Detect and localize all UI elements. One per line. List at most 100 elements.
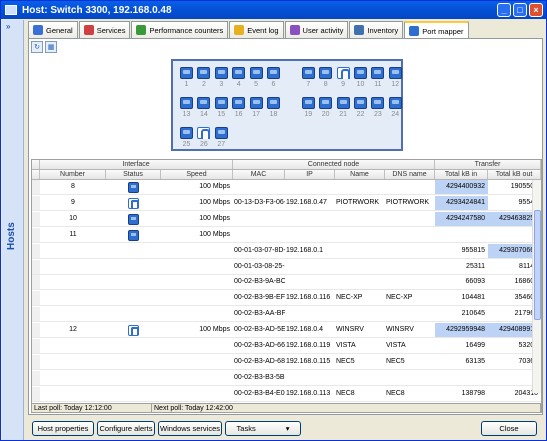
tab-services[interactable]: Services: [78, 21, 131, 38]
row-selector[interactable]: [32, 243, 40, 258]
table-row[interactable]: 00-02-B3-AD-68- 192.168.0.115 NEC5 NEC5 6313…: [32, 354, 541, 370]
table-row[interactable]: 00-02-B3-AD-66- 192.168.0.119 VISTA VISTA 16…: [32, 339, 541, 354]
port-5-icon[interactable]: [249, 67, 263, 79]
table-row[interactable]: 9 100 Mbps 00-13-D3-F3-06-F 192.168.0.47 PIO…: [32, 195, 541, 211]
row-selector[interactable]: [32, 323, 40, 338]
table-row[interactable]: 8 100 Mbps 4294400932 1905507: [32, 180, 541, 195]
table-row[interactable]: 00-02-B3-9B-EF-1192.168.0.116 NEC-XP NEC-X…: [32, 291, 541, 307]
row-selector[interactable]: [32, 307, 40, 322]
port-20-icon[interactable]: [319, 97, 333, 109]
tab-event-log[interactable]: Event log: [229, 21, 284, 38]
column-header-dns-name[interactable]: DNS name: [385, 170, 435, 179]
ip-cell: [285, 307, 335, 321]
port-16-icon[interactable]: [232, 97, 246, 109]
mac-cell: 00-02-B3-B3-5B-: [234, 373, 285, 381]
port-25-icon[interactable]: [180, 127, 193, 139]
tab-user-activity[interactable]: User activity: [284, 21, 349, 38]
scrollbar-thumb[interactable]: [534, 210, 541, 320]
table-row[interactable]: 00-02-B3-AA-BF- 210645 217966: [32, 307, 541, 323]
column-header-ip[interactable]: IP: [285, 170, 335, 179]
row-selector[interactable]: [32, 195, 40, 210]
port-14-icon[interactable]: [197, 97, 211, 109]
column-header-number[interactable]: Number: [40, 170, 106, 179]
kin-cell: 104481: [461, 294, 485, 302]
port-7-icon[interactable]: [301, 67, 315, 79]
speed-cell: [161, 275, 233, 289]
close-button[interactable]: Close: [481, 420, 537, 436]
port-19-icon[interactable]: [301, 97, 315, 109]
column-header-total-kb-out[interactable]: Total kB out: [488, 170, 541, 179]
maximize-button[interactable]: □: [513, 3, 527, 17]
expand-sidebar-icon[interactable]: »: [6, 22, 10, 31]
dns-cell: [385, 275, 435, 289]
row-selector[interactable]: [32, 339, 40, 353]
port-2-icon[interactable]: [197, 67, 211, 79]
port-21-icon[interactable]: [336, 97, 350, 109]
port-18-icon[interactable]: [267, 97, 280, 109]
port-23-icon[interactable]: [371, 97, 385, 109]
refresh-icon[interactable]: ↻: [31, 41, 43, 53]
column-header-mac[interactable]: MAC: [233, 170, 285, 179]
port-6-icon[interactable]: [267, 67, 280, 79]
port-label: 6: [271, 81, 276, 88]
ip-cell: [285, 212, 335, 226]
table-row[interactable]: 00-02-B3-9A-BC- 66093 168607: [32, 275, 541, 291]
port-3-icon[interactable]: [214, 67, 228, 79]
row-selector[interactable]: [32, 386, 40, 401]
table-row[interactable]: 00-01-03-08-25-7 25311 81144: [32, 259, 541, 275]
row-selector[interactable]: [32, 227, 40, 242]
configure-alerts-button[interactable]: Configure alerts: [97, 420, 155, 436]
table-row[interactable]: 00-02-B3-B3-5B-2: [32, 370, 541, 386]
row-selector[interactable]: [32, 354, 40, 369]
table-row[interactable]: 00-02-B3-B4-E0- 192.168.0.113 NEC8 NEC8 1387…: [32, 386, 541, 402]
next-poll: Next poll: Today 12:42:00: [152, 404, 541, 412]
tasks-button[interactable]: Tasks ▾: [225, 420, 301, 436]
minimize-button[interactable]: _: [497, 3, 511, 17]
hosts-sidebar[interactable]: » Hosts: [2, 20, 24, 440]
close-window-button[interactable]: ×: [529, 3, 543, 17]
port-12-icon[interactable]: [388, 67, 402, 79]
port-26-icon[interactable]: [197, 127, 211, 139]
row-selector[interactable]: [32, 370, 40, 385]
tab-port-mapper[interactable]: Port mapper: [404, 21, 469, 39]
ip-cell: [285, 180, 335, 194]
port-27-icon[interactable]: [214, 127, 228, 139]
port-8-icon[interactable]: [319, 67, 333, 79]
port-17-icon[interactable]: [249, 97, 263, 109]
row-selector[interactable]: [32, 291, 40, 306]
tab-general[interactable]: General: [28, 21, 78, 38]
port-1-icon[interactable]: [180, 67, 193, 79]
port-10-icon[interactable]: [354, 67, 367, 79]
host-properties-button[interactable]: Host properties: [32, 420, 94, 436]
row-selector[interactable]: [32, 180, 40, 194]
ip-cell: [285, 371, 335, 385]
title-bar[interactable]: Host: Switch 3300, 192.168.0.48 _ □ ×: [1, 1, 546, 19]
port-24-icon[interactable]: [388, 97, 402, 109]
dns-cell: [385, 371, 435, 385]
row-selector[interactable]: [32, 259, 40, 274]
port-4-icon[interactable]: [232, 67, 246, 79]
windows-services-button[interactable]: Windows services: [158, 420, 222, 436]
tab-performance-counters[interactable]: Performance counters: [131, 21, 229, 38]
number-cell: [40, 260, 106, 274]
column-header-speed[interactable]: Speed: [161, 170, 233, 179]
port-label: 1: [184, 81, 189, 88]
table-row[interactable]: 00-01-03-07-8D- 192.168.0.1 955815 42930706…: [32, 243, 541, 259]
port-13-icon[interactable]: [180, 97, 193, 109]
port-22-icon[interactable]: [354, 97, 367, 109]
table-row[interactable]: 11 100 Mbps: [32, 227, 541, 243]
table-row[interactable]: 12 100 Mbps 00-02-B3-AD-5E- 192.168.0.4 WINS…: [32, 323, 541, 339]
column-header-total-kb-in[interactable]: Total kB in: [435, 170, 488, 179]
tab-inventory[interactable]: Inventory: [349, 21, 404, 38]
layout-icon[interactable]: ▦: [45, 41, 57, 53]
table-row[interactable]: 10 100 Mbps 4294247580 4294638253: [32, 211, 541, 227]
host-window: Host: Switch 3300, 192.168.0.48 _ □ × » …: [0, 0, 547, 441]
row-selector[interactable]: [32, 211, 40, 226]
port-15-icon[interactable]: [214, 97, 228, 109]
row-selector[interactable]: [32, 275, 40, 290]
grid-scrollbar[interactable]: [532, 180, 541, 393]
port-9-icon[interactable]: [336, 67, 350, 79]
column-header-name[interactable]: Name: [335, 170, 385, 179]
port-11-icon[interactable]: [371, 67, 385, 79]
column-header-status[interactable]: Status: [106, 170, 161, 179]
